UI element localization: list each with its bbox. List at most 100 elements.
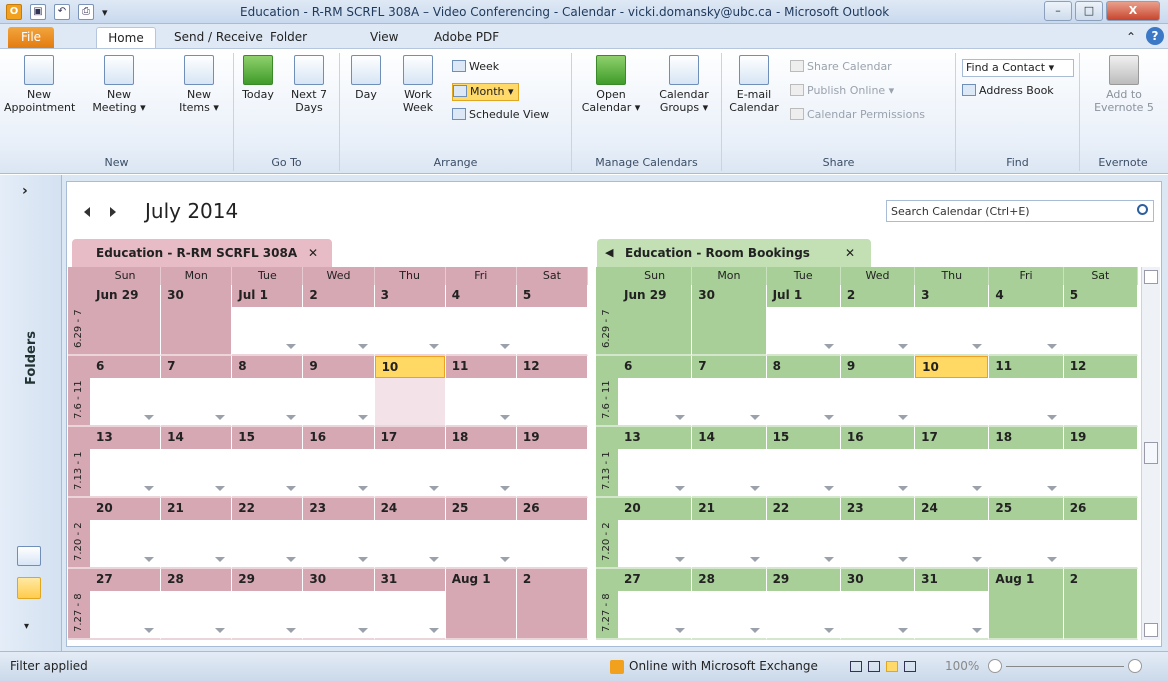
week-label[interactable]: 7.27 - 8: [596, 569, 618, 640]
tab-folder[interactable]: Folder: [260, 27, 317, 48]
day-cell[interactable]: 30: [840, 569, 916, 640]
tab-adobe-pdf[interactable]: Adobe PDF: [424, 27, 509, 48]
tab-calendar-r-rm-scrfl[interactable]: Education - R-RM SCRFL 308A ✕: [72, 239, 332, 267]
outlook-app-icon[interactable]: O: [6, 4, 22, 20]
day-cell[interactable]: 3: [374, 285, 446, 356]
expand-day-icon[interactable]: [1046, 557, 1057, 562]
expand-day-icon[interactable]: [823, 557, 834, 562]
day-cell[interactable]: 27: [618, 569, 693, 640]
day-cell[interactable]: 25: [445, 498, 517, 569]
day-body[interactable]: [516, 307, 587, 354]
week-label[interactable]: 7.6 - 11: [68, 356, 90, 427]
expand-day-icon[interactable]: [898, 628, 909, 633]
day-cell[interactable]: 4: [989, 285, 1064, 356]
scroll-thumb[interactable]: [1144, 442, 1158, 464]
expand-day-icon[interactable]: [675, 628, 686, 633]
new-meeting-button[interactable]: New Meeting ▾: [86, 55, 152, 114]
expand-day-icon[interactable]: [428, 344, 439, 349]
day-cell[interactable]: 19: [516, 427, 588, 498]
day-body[interactable]: [1063, 449, 1137, 496]
expand-day-icon[interactable]: [286, 486, 297, 491]
day-cell[interactable]: 20: [90, 498, 162, 569]
undo-icon[interactable]: ↶: [54, 4, 70, 20]
day-cell[interactable]: Jul 1: [232, 285, 304, 356]
expand-day-icon[interactable]: [972, 557, 983, 562]
collapse-ribbon-icon[interactable]: ⌃: [1126, 27, 1136, 48]
day-cell[interactable]: 21: [161, 498, 233, 569]
day-cell[interactable]: 11: [445, 356, 517, 427]
week-label[interactable]: 7.20 - 2: [68, 498, 90, 569]
mail-icon[interactable]: [17, 546, 41, 566]
next-month-arrow-icon[interactable]: [110, 207, 116, 217]
expand-day-icon[interactable]: [749, 486, 760, 491]
expand-day-icon[interactable]: [144, 415, 155, 420]
day-cell[interactable]: 18: [989, 427, 1064, 498]
expand-day-icon[interactable]: [215, 486, 226, 491]
day-cell[interactable]: 13: [90, 427, 162, 498]
search-icon[interactable]: [1137, 204, 1148, 215]
tab-calendar-room-bookings[interactable]: ◀ Education - Room Bookings ✕: [597, 239, 871, 267]
day-cell[interactable]: 27: [90, 569, 162, 640]
expand-day-icon[interactable]: [749, 415, 760, 420]
day-cell[interactable]: 26: [1063, 498, 1138, 569]
expand-day-icon[interactable]: [898, 486, 909, 491]
day-cell[interactable]: 6: [618, 356, 693, 427]
expand-day-icon[interactable]: [898, 557, 909, 562]
expand-day-icon[interactable]: [749, 557, 760, 562]
expand-day-icon[interactable]: [1046, 344, 1057, 349]
day-body[interactable]: [374, 378, 445, 425]
day-body[interactable]: [1063, 307, 1137, 354]
minimize-button[interactable]: –: [1044, 1, 1072, 21]
day-cell[interactable]: 21: [692, 498, 767, 569]
week-label[interactable]: 6.29 - 7: [596, 285, 618, 356]
day-cell[interactable]: 14: [161, 427, 233, 498]
expand-day-icon[interactable]: [898, 415, 909, 420]
calendar-nav-icon[interactable]: [17, 577, 41, 599]
reading-view-icon[interactable]: [868, 661, 880, 672]
day-cell[interactable]: 28: [692, 569, 767, 640]
other-view-icon[interactable]: [904, 661, 916, 672]
day-cell[interactable]: 2: [516, 569, 588, 640]
day-cell[interactable]: 2: [303, 285, 375, 356]
day-cell[interactable]: 8: [232, 356, 304, 427]
day-cell[interactable]: 31: [915, 569, 990, 640]
expand-day-icon[interactable]: [823, 486, 834, 491]
expand-day-icon[interactable]: [823, 415, 834, 420]
day-cell[interactable]: 10: [915, 356, 990, 427]
open-calendar-button[interactable]: Open Calendar ▾: [576, 55, 646, 114]
day-cell[interactable]: 5: [516, 285, 588, 356]
day-cell[interactable]: 28: [161, 569, 233, 640]
day-cell[interactable]: 4: [445, 285, 517, 356]
day-cell[interactable]: 2: [1063, 569, 1138, 640]
expand-day-icon[interactable]: [499, 415, 510, 420]
day-cell[interactable]: 29: [766, 569, 841, 640]
close-calendar-icon[interactable]: ✕: [845, 246, 855, 260]
expand-day-icon[interactable]: [749, 628, 760, 633]
expand-day-icon[interactable]: [144, 628, 155, 633]
expand-day-icon[interactable]: [357, 628, 368, 633]
expand-navigation-icon[interactable]: ›: [22, 183, 28, 199]
zoom-out-icon[interactable]: [988, 659, 1002, 673]
help-icon[interactable]: ?: [1146, 27, 1164, 45]
today-button[interactable]: Today: [238, 55, 278, 101]
expand-day-icon[interactable]: [357, 486, 368, 491]
day-cell[interactable]: 14: [692, 427, 767, 498]
expand-day-icon[interactable]: [823, 628, 834, 633]
close-calendar-icon[interactable]: ✕: [308, 246, 318, 260]
day-cell[interactable]: 25: [989, 498, 1064, 569]
day-cell[interactable]: 26: [516, 498, 588, 569]
zoom-slider[interactable]: [1006, 666, 1124, 667]
day-cell[interactable]: 30: [161, 285, 233, 356]
expand-day-icon[interactable]: [215, 628, 226, 633]
expand-day-icon[interactable]: [144, 486, 155, 491]
week-label[interactable]: 6.29 - 7: [68, 285, 90, 356]
work-week-button[interactable]: Work Week: [392, 55, 444, 114]
vertical-scrollbar[interactable]: [1141, 267, 1160, 640]
day-cell[interactable]: 30: [692, 285, 767, 356]
expand-day-icon[interactable]: [499, 486, 510, 491]
day-body[interactable]: [1063, 520, 1137, 567]
send-receive-icon[interactable]: ▣: [30, 4, 46, 20]
day-cell[interactable]: 12: [516, 356, 588, 427]
new-appointment-button[interactable]: New Appointment: [4, 55, 75, 114]
day-body[interactable]: [516, 449, 587, 496]
